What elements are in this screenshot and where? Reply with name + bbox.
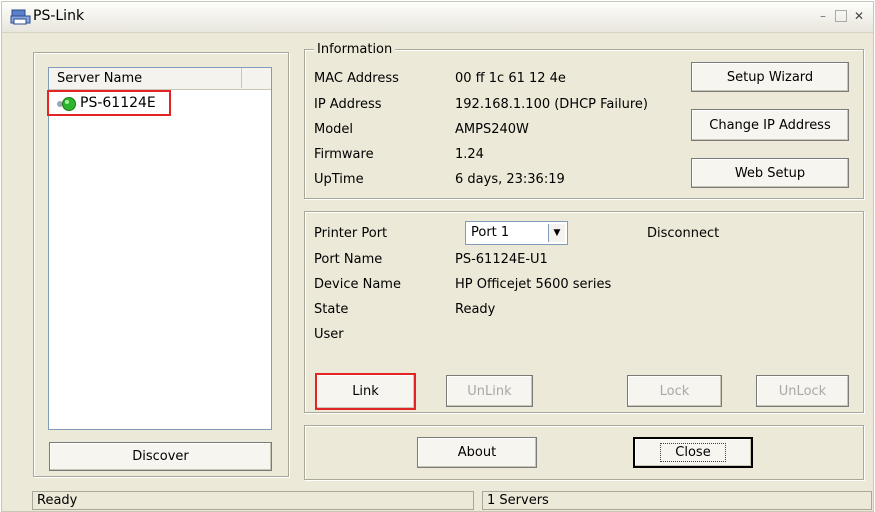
ps-link-window: PS-Link – ✕ Server Name PS-61124E Discov… [1, 1, 874, 512]
mac-address-label: MAC Address [314, 71, 399, 86]
setup-wizard-label: Setup Wizard [726, 69, 814, 85]
server-name-label: PS-61124E [80, 95, 156, 111]
server-list-item[interactable]: PS-61124E [47, 90, 171, 116]
connection-status: Disconnect [647, 226, 720, 241]
uptime-value: 6 days, 23:36:19 [455, 172, 565, 187]
web-setup-label: Web Setup [734, 165, 806, 181]
server-list-header: Server Name [49, 68, 271, 90]
status-panel-left: Ready [32, 491, 474, 510]
port-name-value: PS-61124E-U1 [455, 252, 548, 267]
column-header-server-name[interactable]: Server Name [49, 68, 242, 88]
device-name-value: HP Officejet 5600 series [455, 277, 612, 292]
ip-address-value: 192.168.1.100 (DHCP Failure) [455, 97, 648, 112]
printer-port-selected: Port 1 [471, 225, 510, 240]
server-online-icon [57, 97, 76, 111]
unlock-label: UnLock [778, 383, 827, 399]
model-value: AMPS240W [455, 122, 529, 137]
firmware-value: 1.24 [455, 147, 484, 162]
lock-button[interactable]: Lock [627, 375, 722, 407]
model-label: Model [314, 122, 354, 137]
link-label: Link [352, 384, 379, 399]
setup-wizard-button[interactable]: Setup Wizard [691, 62, 849, 92]
unlink-button[interactable]: UnLink [446, 375, 533, 407]
status-panel-right: 1 Servers [482, 491, 872, 510]
printer-port-label: Printer Port [314, 226, 388, 241]
device-name-label: Device Name [314, 277, 401, 292]
about-label: About [457, 445, 497, 460]
user-label: User [314, 327, 344, 342]
chevron-down-icon[interactable]: ▼ [548, 224, 565, 242]
window-controls: – ✕ [815, 8, 867, 24]
discover-button-label: Discover [132, 449, 189, 464]
information-legend: Information [314, 42, 396, 57]
change-ip-address-button[interactable]: Change IP Address [691, 109, 849, 141]
web-setup-button[interactable]: Web Setup [691, 158, 849, 188]
window-title: PS-Link [33, 8, 85, 24]
status-bar: Ready 1 Servers [32, 491, 872, 511]
ip-address-label: IP Address [314, 97, 382, 112]
about-button[interactable]: About [417, 437, 537, 468]
port-name-label: Port Name [314, 252, 383, 267]
mac-address-value: 00 ff 1c 61 12 4e [455, 71, 566, 86]
printer-port-select[interactable]: Port 1 ▼ [465, 221, 568, 245]
server-list[interactable]: Server Name PS-61124E [47, 67, 272, 430]
close-label: Close [660, 443, 726, 462]
printer-icon [10, 9, 31, 25]
unlock-button[interactable]: UnLock [756, 375, 849, 407]
uptime-label: UpTime [314, 172, 364, 187]
firmware-label: Firmware [314, 147, 374, 162]
lock-label: Lock [659, 383, 690, 399]
minimize-button[interactable]: – [815, 8, 831, 24]
discover-button[interactable]: Discover [49, 442, 272, 471]
change-ip-address-label: Change IP Address [709, 117, 831, 133]
unlink-label: UnLink [467, 383, 512, 399]
link-button[interactable]: Link [315, 373, 416, 410]
maximize-button[interactable] [835, 10, 847, 22]
close-window-button[interactable]: ✕ [851, 8, 867, 24]
state-label: State [314, 302, 349, 317]
state-value: Ready [455, 302, 496, 317]
title-bar: PS-Link – ✕ [2, 2, 873, 33]
actions-group-box [304, 425, 864, 480]
close-button[interactable]: Close [633, 437, 753, 468]
